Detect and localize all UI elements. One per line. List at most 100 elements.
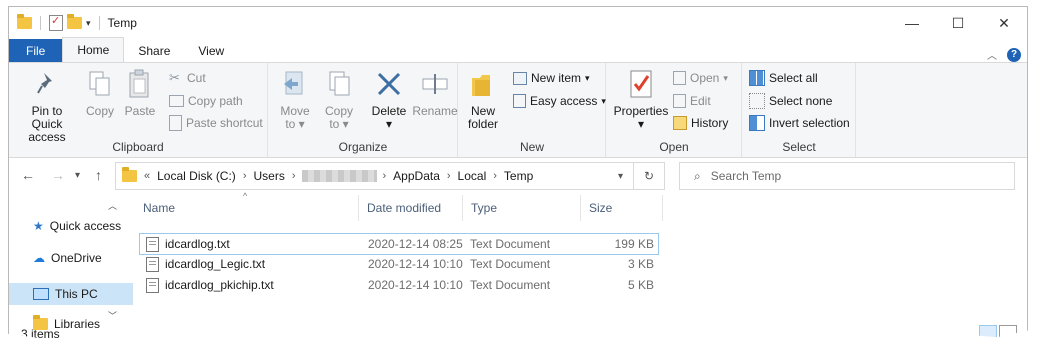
properties-dropdown-chevron-icon[interactable]: ▾ bbox=[638, 118, 644, 131]
table-row[interactable]: idcardlog_Legic.txt 2020-12-14 10:10 Tex… bbox=[139, 254, 657, 274]
breadcrumb-separator-icon[interactable]: › bbox=[243, 170, 247, 182]
easy-access-label: Easy access bbox=[530, 94, 598, 108]
new-folder-icon bbox=[469, 69, 497, 99]
table-row[interactable]: idcardlog.txt 2020-12-14 08:25 Text Docu… bbox=[139, 233, 659, 255]
paste-shortcut-label: Paste shortcut bbox=[186, 116, 263, 130]
new-item-label: New item bbox=[531, 71, 582, 85]
column-header-type[interactable]: Type bbox=[463, 195, 581, 221]
file-name-cell: idcardlog_pkichip.txt bbox=[146, 277, 274, 293]
properties-icon[interactable] bbox=[49, 14, 63, 31]
delete-dropdown-chevron-icon[interactable]: ▾ bbox=[386, 118, 392, 131]
maximize-button[interactable]: ☐ bbox=[935, 7, 981, 39]
rename-icon bbox=[421, 69, 449, 99]
date-cell: 2020-12-14 10:10 bbox=[368, 257, 463, 271]
move-to-button[interactable]: Move to ▾ bbox=[277, 69, 313, 131]
star-icon: ★ bbox=[33, 219, 44, 233]
breadcrumb-separator-icon[interactable]: › bbox=[447, 170, 451, 182]
explorer-window: ▾ Temp — ☐ ✕ File Home Share View ︿ ? Pi… bbox=[8, 6, 1028, 341]
search-box[interactable]: ⌕ Search Temp bbox=[679, 162, 1015, 190]
redacted-username bbox=[301, 170, 377, 182]
recent-locations-chevron-icon[interactable]: ▾ bbox=[75, 170, 80, 181]
search-input[interactable]: Search Temp bbox=[711, 169, 781, 183]
scroll-up-chevron-icon[interactable]: ︿ bbox=[108, 199, 117, 212]
breadcrumb-segment-current[interactable]: Temp bbox=[504, 169, 533, 183]
forward-arrow-icon[interactable]: → bbox=[51, 167, 65, 183]
breadcrumb-segment[interactable]: Users bbox=[253, 169, 284, 183]
select-all-icon bbox=[749, 70, 765, 86]
copy-path-button[interactable]: Copy path bbox=[169, 91, 243, 111]
breadcrumb-separator-icon[interactable]: › bbox=[493, 170, 497, 182]
search-icon: ⌕ bbox=[694, 168, 701, 183]
help-icon[interactable]: ? bbox=[1007, 47, 1021, 62]
move-to-icon bbox=[281, 69, 309, 99]
breadcrumb-separator-icon[interactable]: › bbox=[383, 170, 387, 182]
edit-button[interactable]: Edit bbox=[673, 91, 711, 111]
address-dropdown-chevron-icon[interactable]: ▾ bbox=[608, 171, 633, 182]
easy-access-icon bbox=[513, 94, 526, 108]
file-name-cell: idcardlog.txt bbox=[146, 236, 230, 252]
breadcrumb-separator-icon[interactable]: › bbox=[292, 170, 296, 182]
breadcrumb-segment[interactable]: AppData bbox=[393, 169, 440, 183]
copy-to-button[interactable]: Copy to ▾ bbox=[321, 69, 357, 131]
paste-label: Paste bbox=[124, 104, 156, 118]
history-button[interactable]: History bbox=[673, 113, 728, 133]
details-view-icon[interactable] bbox=[979, 325, 997, 341]
edit-icon bbox=[673, 94, 686, 108]
tab-home[interactable]: Home bbox=[62, 37, 125, 62]
open-dropdown-chevron-icon: ▾ bbox=[723, 72, 728, 83]
copy-icon bbox=[86, 69, 114, 99]
type-cell: Text Document bbox=[470, 237, 551, 251]
type-cell: Text Document bbox=[470, 257, 551, 271]
select-all-label: Select all bbox=[769, 71, 818, 85]
overflow-chevron-icon[interactable]: « bbox=[144, 170, 150, 182]
paste-shortcut-icon bbox=[169, 115, 182, 131]
minimize-button[interactable]: — bbox=[889, 7, 935, 39]
breadcrumb-segment[interactable]: Local bbox=[458, 169, 487, 183]
cut-button[interactable]: ✂ Cut bbox=[169, 68, 206, 88]
easy-access-button[interactable]: Easy access ▾ bbox=[513, 91, 606, 111]
select-group-title: Select bbox=[782, 140, 816, 154]
view-switcher bbox=[979, 325, 1017, 341]
select-all-button[interactable]: Select all bbox=[749, 68, 818, 88]
close-button[interactable]: ✕ bbox=[981, 7, 1027, 39]
column-header-name[interactable]: Name ^ bbox=[133, 191, 359, 221]
properties-button[interactable]: Properties ▾ bbox=[613, 69, 669, 131]
tab-share[interactable]: Share bbox=[124, 39, 184, 62]
breadcrumb-segment[interactable]: Local Disk (C:) bbox=[157, 169, 236, 183]
new-folder-icon[interactable] bbox=[67, 14, 82, 29]
delete-button[interactable]: Delete ▾ bbox=[369, 69, 409, 131]
tab-view[interactable]: View bbox=[184, 39, 238, 62]
monitor-icon bbox=[33, 288, 49, 300]
address-bar[interactable]: « Local Disk (C:) › Users › › AppData › … bbox=[115, 162, 665, 190]
paste-button[interactable]: Paste bbox=[123, 69, 157, 118]
history-label: History bbox=[691, 116, 729, 130]
paste-shortcut-button[interactable]: Paste shortcut bbox=[169, 113, 263, 133]
refresh-icon[interactable]: ↻ bbox=[633, 163, 664, 189]
new-folder-button[interactable]: New folder bbox=[465, 69, 501, 131]
copy-button[interactable]: Copy bbox=[85, 69, 115, 118]
up-arrow-icon[interactable]: ↑ bbox=[95, 167, 102, 183]
pin-to-quick-access-button[interactable]: Pin to Quick access bbox=[15, 69, 79, 144]
large-icons-view-icon[interactable] bbox=[999, 325, 1017, 341]
table-row[interactable]: idcardlog_pkichip.txt 2020-12-14 10:10 T… bbox=[139, 275, 657, 295]
column-header-size[interactable]: Size bbox=[581, 195, 663, 221]
copy-to-icon bbox=[325, 69, 353, 99]
rename-button[interactable]: Rename bbox=[412, 69, 458, 118]
column-header-date[interactable]: Date modified bbox=[359, 195, 463, 221]
tab-file[interactable]: File bbox=[9, 39, 63, 62]
back-arrow-icon[interactable]: ← bbox=[21, 167, 35, 183]
open-group: Properties ▾ Open ▾ Edit History Open bbox=[607, 63, 742, 157]
invert-selection-button[interactable]: Invert selection bbox=[749, 113, 850, 133]
new-item-button[interactable]: New item ▾ bbox=[513, 68, 590, 88]
scroll-down-chevron-icon[interactable]: ﹀ bbox=[108, 309, 117, 322]
copy-to-label-line2: to ▾ bbox=[329, 117, 349, 131]
status-item-count: 3 items bbox=[21, 327, 60, 341]
select-none-label: Select none bbox=[769, 94, 833, 108]
customize-toolbar-chevron-icon[interactable]: ▾ bbox=[86, 18, 91, 29]
open-button[interactable]: Open ▾ bbox=[673, 68, 728, 88]
folder-icon bbox=[122, 167, 137, 182]
nav-pane-scrollbar[interactable]: ︿ ﹀ bbox=[107, 199, 119, 327]
collapse-ribbon-chevron-up-icon[interactable]: ︿ bbox=[987, 47, 997, 62]
select-none-button[interactable]: Select none bbox=[749, 91, 832, 111]
invert-selection-label: Invert selection bbox=[769, 116, 850, 130]
